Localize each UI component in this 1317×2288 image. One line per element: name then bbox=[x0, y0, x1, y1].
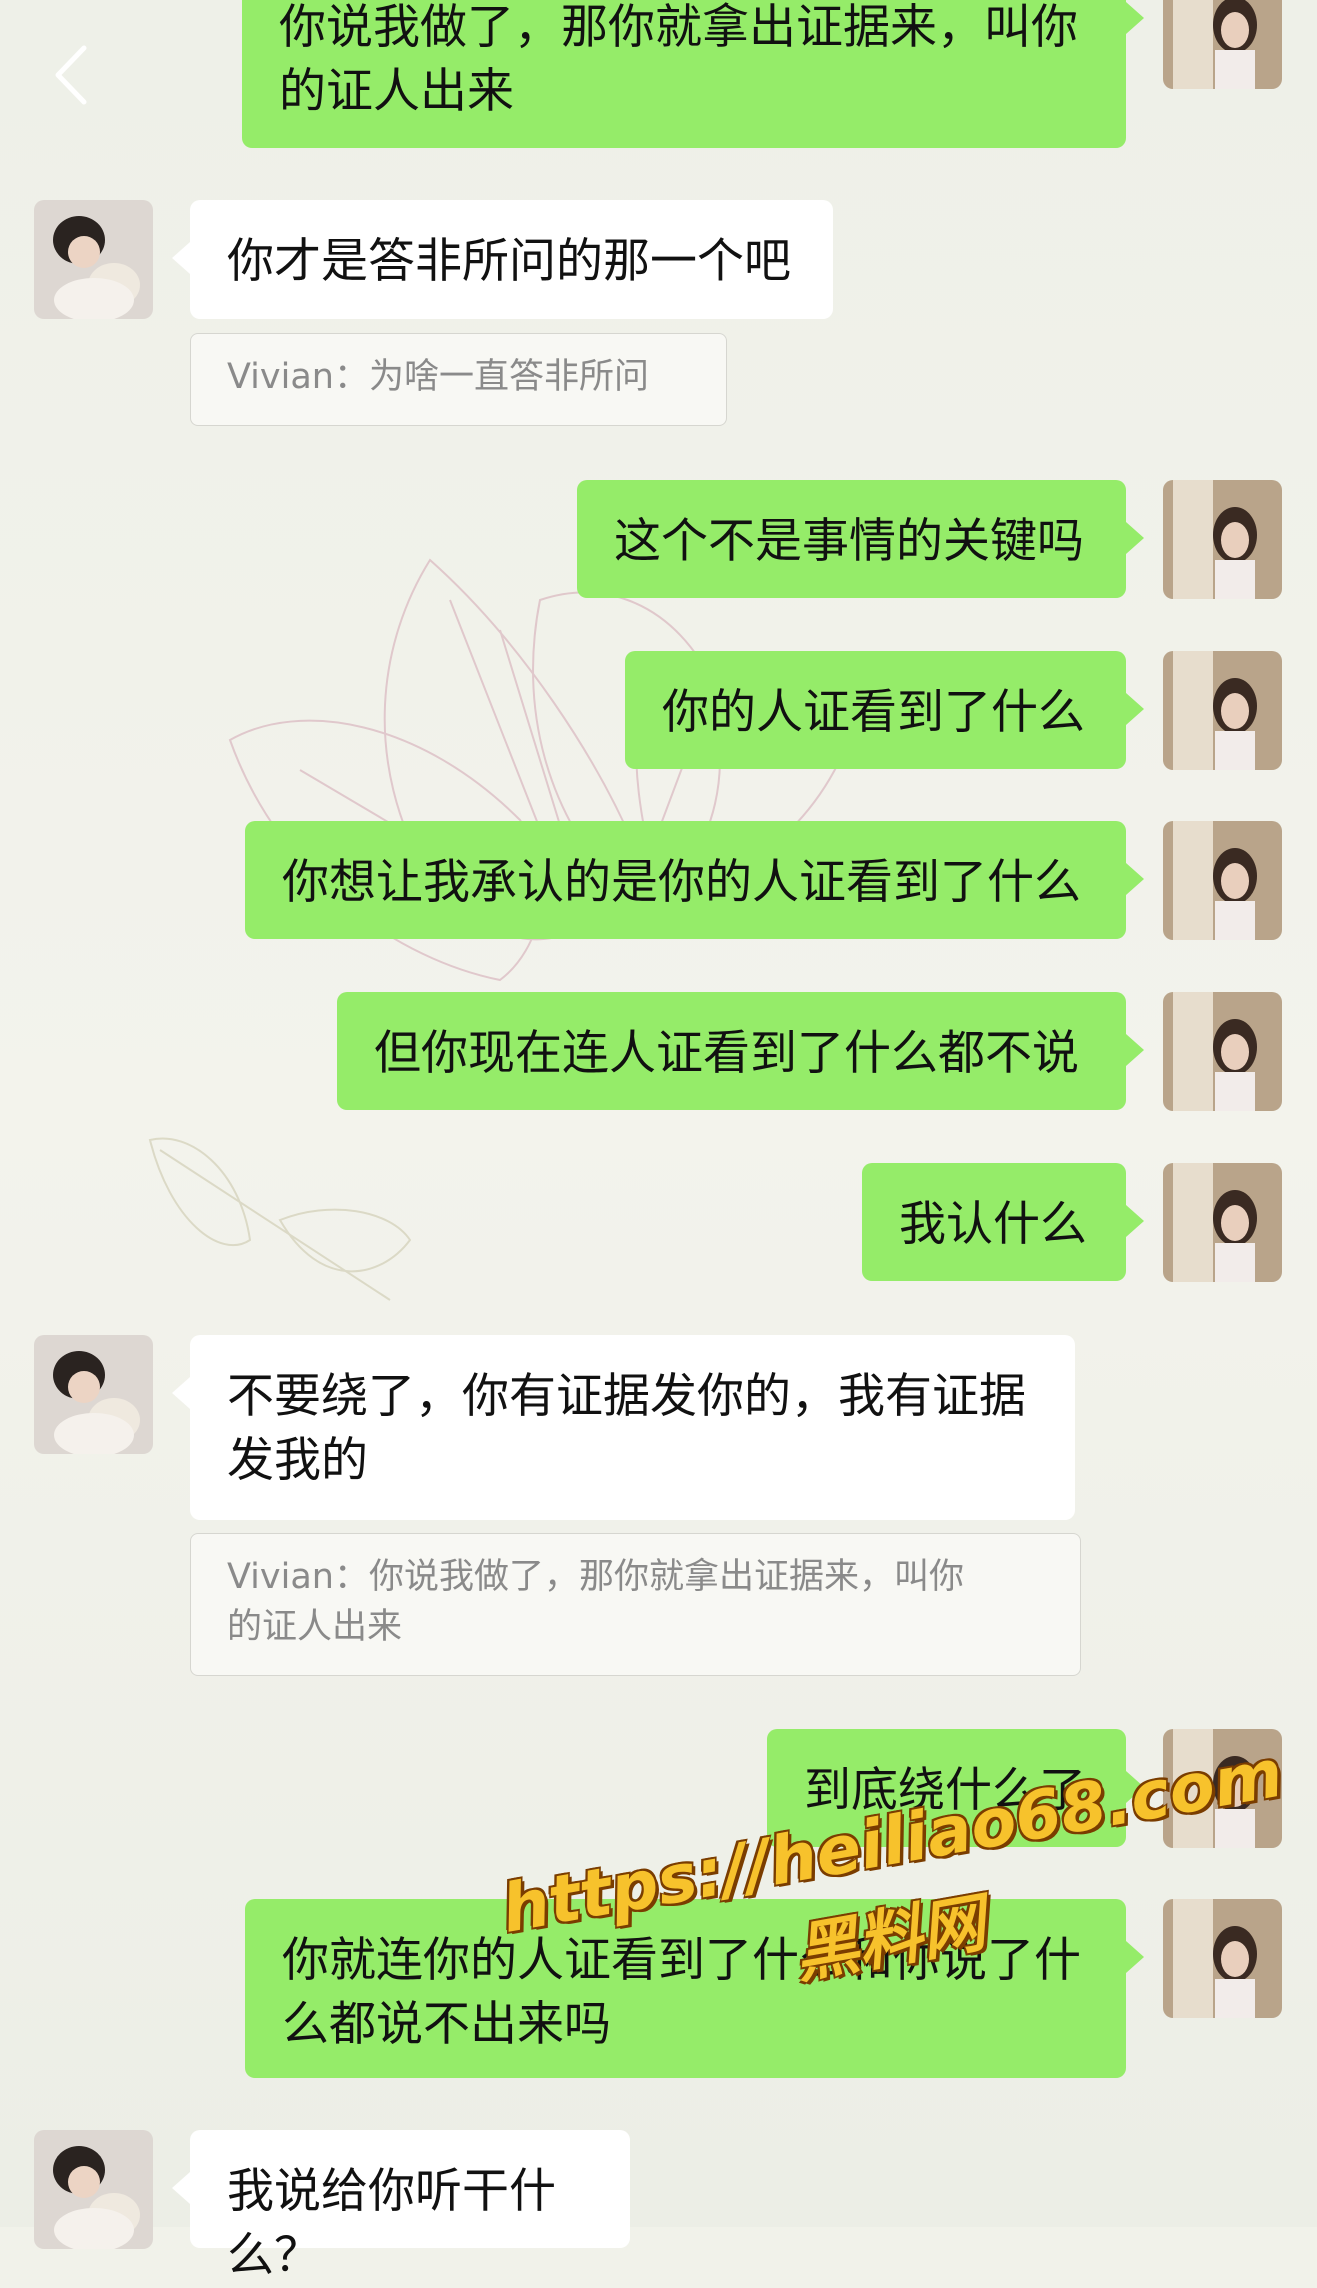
message-bubble-mine[interactable]: 你的人证看到了什么 bbox=[625, 651, 1144, 769]
message-bubble-contact[interactable]: 不要绕了，你有证据发你的，我有证据 发我的 bbox=[172, 1335, 1075, 1520]
quoted-message[interactable]: Vivian：你说我做了，那你就拿出证据来，叫你 的证人出来 bbox=[190, 1533, 1081, 1676]
avatar-self[interactable] bbox=[1163, 651, 1282, 770]
avatar-self[interactable] bbox=[1163, 0, 1282, 89]
avatar-contact[interactable] bbox=[34, 200, 153, 319]
message-bubble-mine[interactable]: 这个不是事情的关键吗 bbox=[577, 480, 1144, 598]
avatar-self[interactable] bbox=[1163, 1163, 1282, 1282]
message-bubble-contact[interactable]: 你才是答非所问的那一个吧 bbox=[172, 200, 833, 319]
message-bubble-mine[interactable]: 你想让我承认的是你的人证看到了什么 bbox=[245, 821, 1144, 939]
avatar-self[interactable] bbox=[1163, 480, 1282, 599]
quoted-message[interactable]: Vivian：为啥一直答非所问 bbox=[190, 333, 727, 426]
back-button[interactable] bbox=[40, 30, 100, 120]
avatar-contact[interactable] bbox=[34, 2130, 153, 2249]
message-bubble-mine[interactable]: 我认什么 bbox=[862, 1163, 1144, 1281]
avatar-self[interactable] bbox=[1163, 821, 1282, 940]
avatar-contact[interactable] bbox=[34, 1335, 153, 1454]
message-bubble-mine[interactable]: 但你现在连人证看到了什么都不说 bbox=[337, 992, 1144, 1110]
message-bubble-mine[interactable]: 你说我做了，那你就拿出证据来，叫你 的证人出来 bbox=[242, 0, 1144, 148]
avatar-self[interactable] bbox=[1163, 992, 1282, 1111]
chevron-left-icon bbox=[55, 45, 87, 105]
